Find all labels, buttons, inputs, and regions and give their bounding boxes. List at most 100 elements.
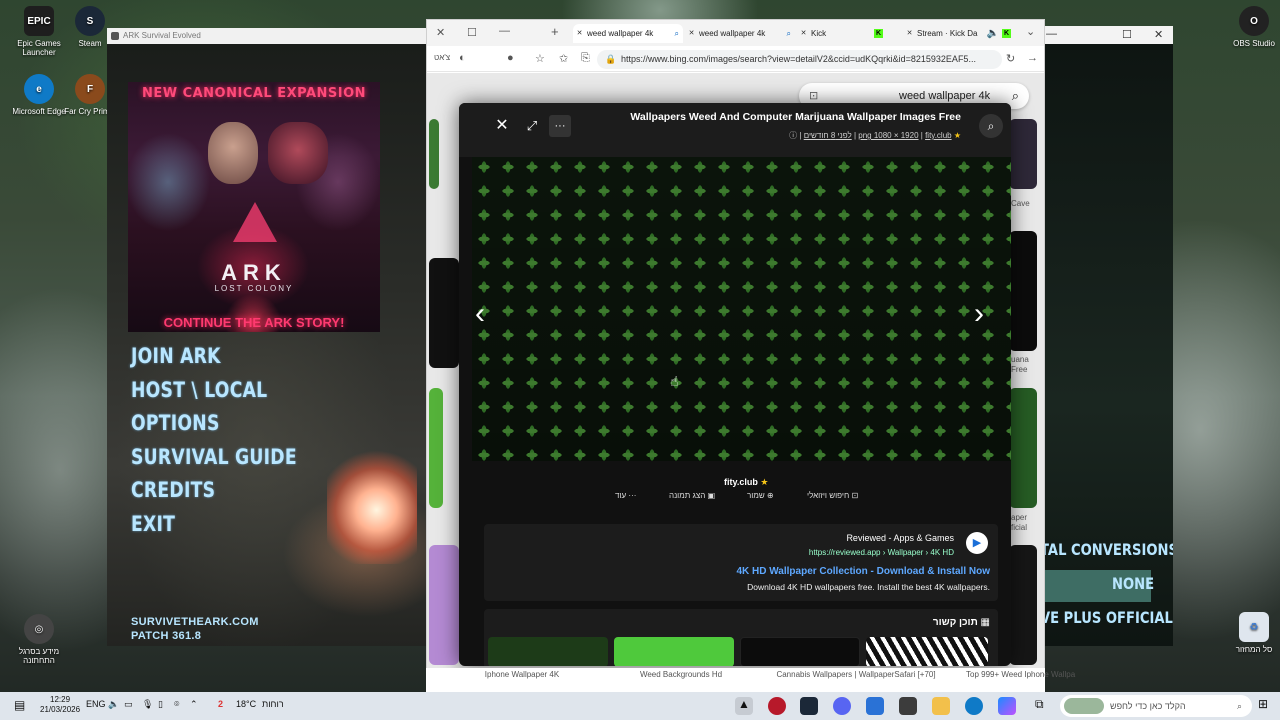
option-row-conversions[interactable]: TAL CONVERSIONS (1040, 540, 1173, 559)
speaker-icon[interactable]: 🔈 (108, 699, 119, 710)
menu-exit[interactable]: EXIT (131, 508, 297, 542)
sponsored-ad-card[interactable]: ▶ Reviewed - Apps & Games https://review… (484, 524, 998, 601)
tab-kick[interactable]: ✕ Kick K (797, 24, 887, 43)
refresh-icon[interactable]: ↻ (1006, 52, 1015, 65)
related-thumbnail[interactable] (614, 637, 734, 666)
menu-survival-guide[interactable]: SURVIVAL GUIDE (131, 441, 297, 475)
meta-info-icon[interactable]: ⓘ (789, 131, 797, 140)
new-tab-icon[interactable]: + (551, 24, 559, 39)
related-thumbnail[interactable] (488, 637, 608, 666)
option-row-none[interactable]: NONE (1112, 574, 1173, 593)
copilot-taskbar-icon[interactable] (998, 697, 1016, 715)
close-icon[interactable]: ✕ (687, 29, 696, 38)
battery-icon[interactable]: ▯ (158, 699, 163, 710)
speaker-icon[interactable]: 🔈 (987, 24, 999, 43)
close-icon[interactable]: ✕ (799, 29, 808, 38)
result-caption[interactable]: Top 999+ Weed Iphone Wallpa (966, 670, 1075, 680)
store-icon[interactable] (899, 697, 917, 715)
result-thumbnail[interactable] (429, 119, 439, 189)
result-thumbnail[interactable] (1009, 545, 1037, 665)
game-app-icon[interactable] (768, 697, 786, 715)
chevron-down-icon[interactable]: ⌄ (1026, 25, 1035, 38)
chevron-up-icon[interactable]: ⌃ (190, 699, 198, 710)
close-icon[interactable]: ✕ (905, 29, 914, 38)
network-icon[interactable]: ⌾ (174, 699, 179, 710)
next-arrow-icon[interactable]: › (974, 297, 984, 331)
search-icon[interactable]: ⌕ (979, 114, 1003, 138)
footer-website-link[interactable]: SURVIVETHEARK.COM (131, 615, 259, 629)
epic-games-launcher-shortcut[interactable]: EPIC Epic Games Launcher (11, 6, 67, 57)
notification-badge[interactable]: 2 (218, 699, 223, 709)
result-thumbnail[interactable] (1009, 119, 1037, 189)
obs-studio-shortcut[interactable]: O OBS Studio (1226, 6, 1280, 48)
ad-url[interactable]: https://reviewed.app › Wallpaper › 4K HD (809, 548, 954, 557)
display-icon[interactable]: ▭ (124, 699, 133, 710)
previous-arrow-icon[interactable]: ‹ (475, 297, 485, 331)
copilot-label[interactable]: צ'אט (434, 53, 450, 62)
related-thumbnail[interactable] (740, 637, 860, 666)
result-caption[interactable]: Cannabis Wallpapers | WallpaperSafari [+… (756, 670, 956, 680)
share-icon[interactable]: ⎘ (581, 52, 590, 65)
visual-search-action[interactable]: חיפוש ויזואלי ⊡ (807, 491, 858, 500)
result-thumbnail[interactable] (1009, 388, 1037, 508)
notification-center-icon[interactable]: ▤ (14, 698, 25, 712)
menu-join-ark[interactable]: JOIN ARK (131, 340, 297, 374)
expand-icon[interactable]: ⤢ (521, 115, 543, 137)
related-thumbnail[interactable] (866, 637, 988, 666)
info-shortcut[interactable]: ◎ מידע בסרגל התחתונה (11, 614, 67, 665)
image-source-chip[interactable]: fity.club ★ (724, 477, 768, 488)
clock[interactable]: 12:29 21/03/2026 (40, 695, 80, 715)
save-action[interactable]: שמור ⊕ (747, 491, 774, 500)
discord-icon[interactable] (833, 697, 851, 715)
forward-icon[interactable]: → (1027, 52, 1038, 64)
maximize-icon[interactable]: ☐ (1122, 28, 1132, 41)
steam-taskbar-icon[interactable] (800, 697, 818, 715)
microsoft-edge-shortcut[interactable]: e Microsoft Edge (11, 74, 67, 116)
favorites-icon[interactable]: ☆ (535, 52, 545, 65)
profile-avatar-icon[interactable]: ● (507, 52, 514, 64)
favorite-star-icon[interactable]: ✩ (559, 52, 568, 65)
tab-actions-icon[interactable]: ☐ (467, 26, 477, 39)
result-thumbnail[interactable] (429, 258, 459, 368)
tab-stream-kick[interactable]: ✕ Stream · Kick Da 🔈 K (903, 24, 1015, 43)
url-field[interactable]: 🔒 https://www.bing.com/images/search?vie… (597, 50, 1002, 69)
copilot-icon[interactable]: ◐ (459, 52, 466, 64)
ark-promo-banner[interactable]: NEW CANONICAL EXPANSION ARK LOST COLONY … (128, 82, 380, 332)
close-icon[interactable]: ✕ (1154, 28, 1163, 41)
menu-options[interactable]: OPTIONS (131, 407, 297, 441)
result-thumbnail[interactable] (1009, 231, 1037, 351)
ad-title-link[interactable]: 4K HD Wallpaper Collection - Download & … (736, 566, 990, 577)
edge-taskbar-icon[interactable] (965, 697, 983, 715)
taskbar-search-box[interactable]: הקלד כאן כדי לחפש ⌕ (1060, 695, 1252, 717)
close-viewer-icon[interactable]: ✕ (491, 115, 513, 137)
option-row-official[interactable]: VE PLUS OFFICIAL (1040, 608, 1173, 627)
file-explorer-icon[interactable] (932, 697, 950, 715)
minimize-icon[interactable]: — (1046, 28, 1057, 40)
weather-temperature[interactable]: 18°C (236, 699, 256, 709)
more-action[interactable]: עוד ··· (615, 491, 636, 500)
result-thumbnail[interactable] (429, 545, 459, 665)
menu-host-local[interactable]: HOST \ LOCAL (131, 374, 297, 408)
search-icon[interactable]: ⌕ (1012, 83, 1019, 109)
image-title[interactable]: Wallpapers Weed And Computer Marijuana W… (630, 111, 961, 123)
menu-credits[interactable]: CREDITS (131, 474, 297, 508)
meta-source[interactable]: fity.club (925, 131, 952, 140)
minimize-icon[interactable]: — (499, 25, 510, 37)
more-options-icon[interactable]: ··· (549, 115, 571, 137)
task-view-icon[interactable]: ⧉ (1035, 697, 1044, 712)
close-icon[interactable]: ✕ (575, 29, 584, 38)
result-caption[interactable]: Iphone Wallpaper 4K (482, 670, 562, 680)
microphone-icon[interactable]: 🎙 (142, 699, 153, 710)
ark-app-icon[interactable]: ▲ (735, 697, 753, 715)
app-icon[interactable] (866, 697, 884, 715)
recycle-bin-shortcut[interactable]: ♻ סל המחזור (1226, 612, 1280, 654)
language-indicator[interactable]: ENG (86, 699, 106, 709)
result-caption[interactable]: Weed Backgrounds Hd (626, 670, 736, 680)
start-button[interactable]: ⊞ (1258, 697, 1268, 711)
tab-weed-wallpaper[interactable]: ✕ weed wallpaper 4k ⌕ (685, 24, 795, 43)
main-wallpaper-image[interactable]: ‹ › fity.club ★ ☝ (472, 157, 1011, 487)
close-tab-icon[interactable]: ✕ (436, 26, 445, 39)
view-image-action[interactable]: הצג תמונה ▣ (669, 491, 715, 500)
result-thumbnail[interactable] (429, 388, 443, 508)
tab-weed-wallpaper-active[interactable]: ✕ weed wallpaper 4k ⌕ (573, 24, 683, 43)
